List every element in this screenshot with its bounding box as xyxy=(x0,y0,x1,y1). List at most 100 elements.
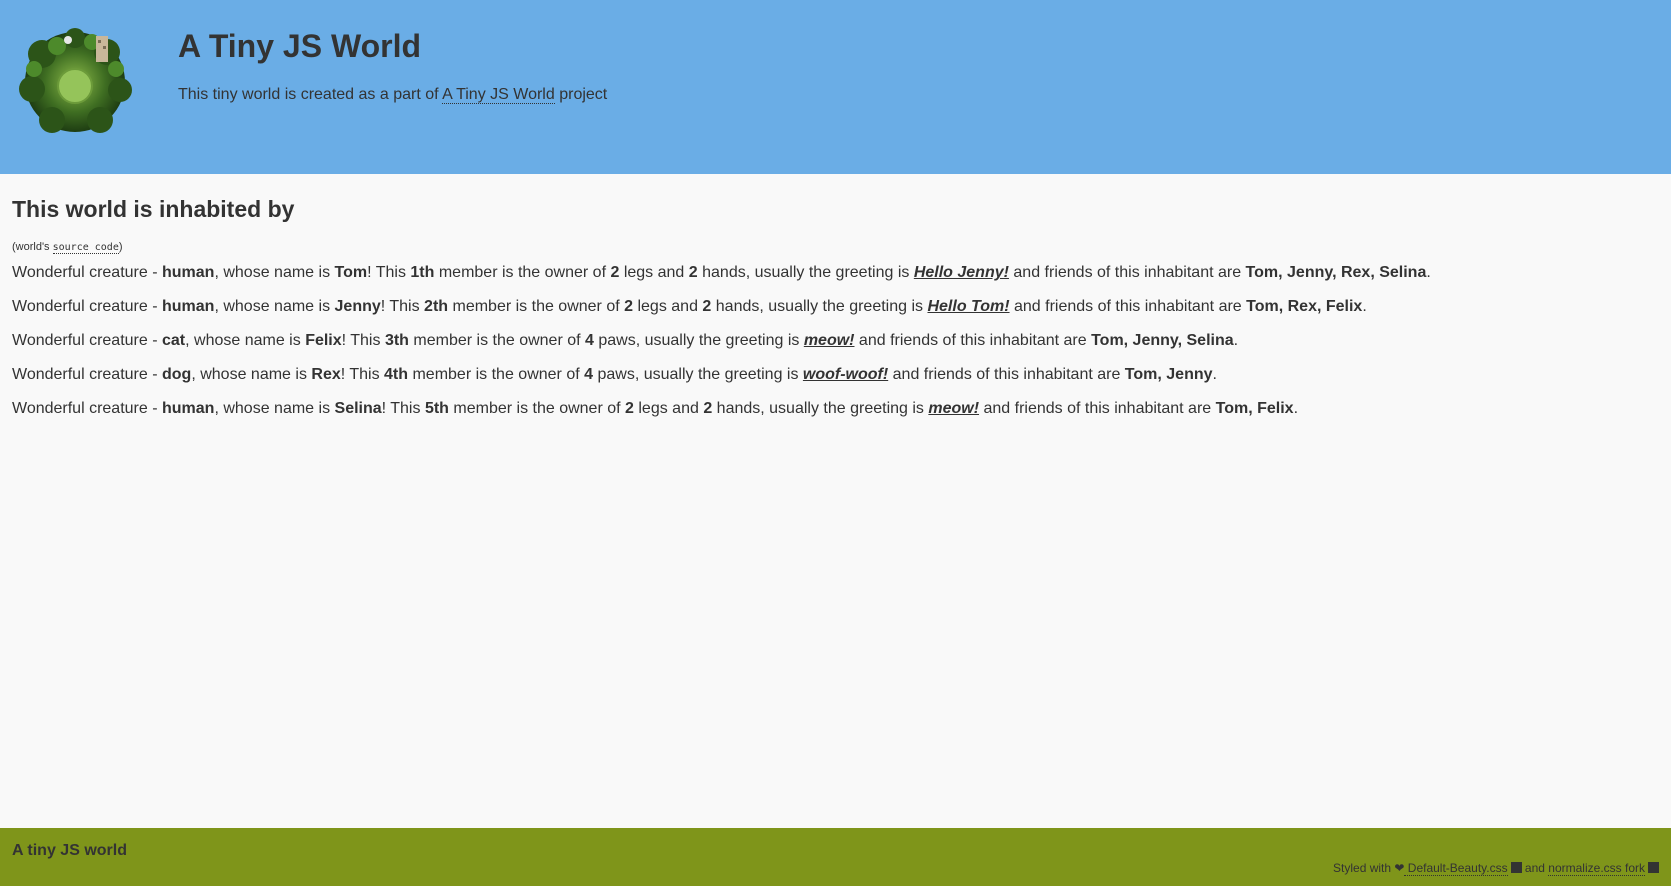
species-value: human xyxy=(162,264,215,281)
phrase-text: member is the owner of xyxy=(448,400,626,417)
styled-prefix: Styled with xyxy=(1333,861,1395,875)
phrase-text: and friends of this inhabitant are xyxy=(854,332,1092,349)
greeting-value: meow! xyxy=(928,400,980,417)
limb-count: 2 xyxy=(703,400,713,417)
phrase-text: ! This xyxy=(341,332,385,349)
source-suffix: ) xyxy=(118,241,123,253)
planet-icon xyxy=(19,28,132,133)
limb-count: 2 xyxy=(625,400,634,417)
source-note: (world's source code) xyxy=(12,241,1657,254)
phrase-text: , whose name is xyxy=(185,332,306,349)
page-footer: A tiny JS world Styled with ❤ Default-Be… xyxy=(0,828,1671,886)
list-item: Wonderful creature - cat, whose name is … xyxy=(12,331,1657,351)
external-link-icon xyxy=(1510,862,1522,873)
name-value: Felix xyxy=(305,332,342,349)
name-value: Jenny xyxy=(334,298,381,315)
phrase-text: , whose name is xyxy=(214,264,335,281)
species-value: dog xyxy=(162,366,192,383)
normalize-link[interactable]: normalize.css fork xyxy=(1548,861,1645,876)
phrase-text: , usually the greeting is xyxy=(745,264,914,281)
limb-word: paws xyxy=(593,332,636,349)
list-item: Wonderful creature - human, whose name i… xyxy=(12,399,1657,419)
footer-title: A tiny JS world xyxy=(12,842,127,859)
limb-word: hands xyxy=(697,264,746,281)
subtitle-prefix: This tiny world is created as a part of xyxy=(178,86,443,103)
limb-word: hands xyxy=(712,400,761,417)
greeting-value: woof-woof! xyxy=(802,366,889,383)
limb-count: 4 xyxy=(584,366,594,383)
phrase-text: , usually the greeting is xyxy=(634,366,803,383)
source-code-label: source code xyxy=(52,242,119,254)
phrase-text: member is the owner of xyxy=(408,332,586,349)
name-value: Tom xyxy=(334,264,368,281)
external-link-icon xyxy=(1648,862,1659,873)
phrase-text: Wonderful creature - xyxy=(12,298,162,315)
page-header: A Tiny JS World This tiny world is creat… xyxy=(0,0,1671,174)
phrase-text: member is the owner of xyxy=(448,298,625,315)
source-code-link[interactable]: source code xyxy=(52,241,119,254)
order-value: 2th xyxy=(424,298,449,315)
friends-value: Tom, Jenny xyxy=(1124,366,1213,383)
phrase-text: ! This xyxy=(380,298,425,315)
phrase-text: , whose name is xyxy=(214,400,335,417)
order-value: 4th xyxy=(384,366,409,383)
name-value: Selina xyxy=(334,400,382,417)
phrase-text: ! This xyxy=(340,366,385,383)
limb-count: 4 xyxy=(585,332,594,349)
phrase-text: and friends of this inhabitant are xyxy=(1009,298,1247,315)
footer-credits: Styled with ❤ Default-Beauty.css and nor… xyxy=(1333,861,1659,876)
limb-word: legs and xyxy=(633,400,704,417)
limb-word: hands xyxy=(711,298,760,315)
greeting-value: Hello Jenny! xyxy=(913,264,1009,281)
order-value: 5th xyxy=(424,400,449,417)
tiny-world-logo xyxy=(12,24,138,136)
default-beauty-link[interactable]: Default-Beauty.css xyxy=(1404,861,1508,876)
phrase-text: Wonderful creature - xyxy=(12,400,162,417)
order-value: 3th xyxy=(384,332,409,349)
phrase-text: and friends of this inhabitant are xyxy=(888,366,1125,383)
phrase-text: . xyxy=(1293,400,1299,417)
friends-value: Tom, Jenny, Selina xyxy=(1091,332,1234,349)
main-content: This world is inhabited by (world's sour… xyxy=(12,196,1657,433)
phrase-text: . xyxy=(1362,298,1367,315)
project-link[interactable]: A Tiny JS World xyxy=(442,86,555,104)
species-value: cat xyxy=(162,332,186,349)
phrase-text: , usually the greeting is xyxy=(760,400,929,417)
limb-word: legs and xyxy=(619,264,689,281)
subtitle-suffix: project xyxy=(554,86,608,103)
phrase-text: , whose name is xyxy=(191,366,312,383)
greeting-value: Hello Tom! xyxy=(927,298,1010,315)
phrase-text: Wonderful creature - xyxy=(12,332,162,349)
friends-value: Tom, Felix xyxy=(1215,400,1294,417)
phrase-text: member is the owner of xyxy=(434,264,611,281)
friends-value: Tom, Jenny, Rex, Selina xyxy=(1245,264,1427,281)
name-value: Rex xyxy=(311,366,341,383)
order-value: 1th xyxy=(410,264,435,281)
phrase-text: ! This xyxy=(367,264,411,281)
limb-count: 2 xyxy=(688,264,698,281)
heart-icon: ❤ xyxy=(1394,861,1405,875)
limb-word: legs and xyxy=(633,298,703,315)
source-prefix: (world's xyxy=(12,241,53,253)
friends-value: Tom, Rex, Felix xyxy=(1246,298,1363,315)
phrase-text: member is the owner of xyxy=(408,366,585,383)
phrase-text: . xyxy=(1233,332,1239,349)
phrase-text: , usually the greeting is xyxy=(759,298,928,315)
section-heading: This world is inhabited by xyxy=(12,196,295,222)
species-value: human xyxy=(162,400,215,417)
phrase-text: ! This xyxy=(381,400,425,417)
credits-and: and xyxy=(1521,861,1549,875)
phrase-text: , usually the greeting is xyxy=(635,332,804,349)
page-subtitle: This tiny world is created as a part of … xyxy=(178,86,607,104)
phrase-text: Wonderful creature - xyxy=(12,264,162,281)
phrase-text: Wonderful creature - xyxy=(12,366,162,383)
list-item: Wonderful creature - dog, whose name is … xyxy=(12,365,1657,385)
phrase-text: and friends of this inhabitant are xyxy=(979,400,1216,417)
limb-word: paws xyxy=(593,366,635,383)
page-title: A Tiny JS World xyxy=(178,28,421,64)
phrase-text: and friends of this inhabitant are xyxy=(1008,264,1246,281)
limb-count: 2 xyxy=(624,298,634,315)
inhabitants-list: Wonderful creature - human, whose name i… xyxy=(12,263,1657,419)
list-item: Wonderful creature - human, whose name i… xyxy=(12,297,1657,317)
greeting-value: meow! xyxy=(803,332,855,349)
